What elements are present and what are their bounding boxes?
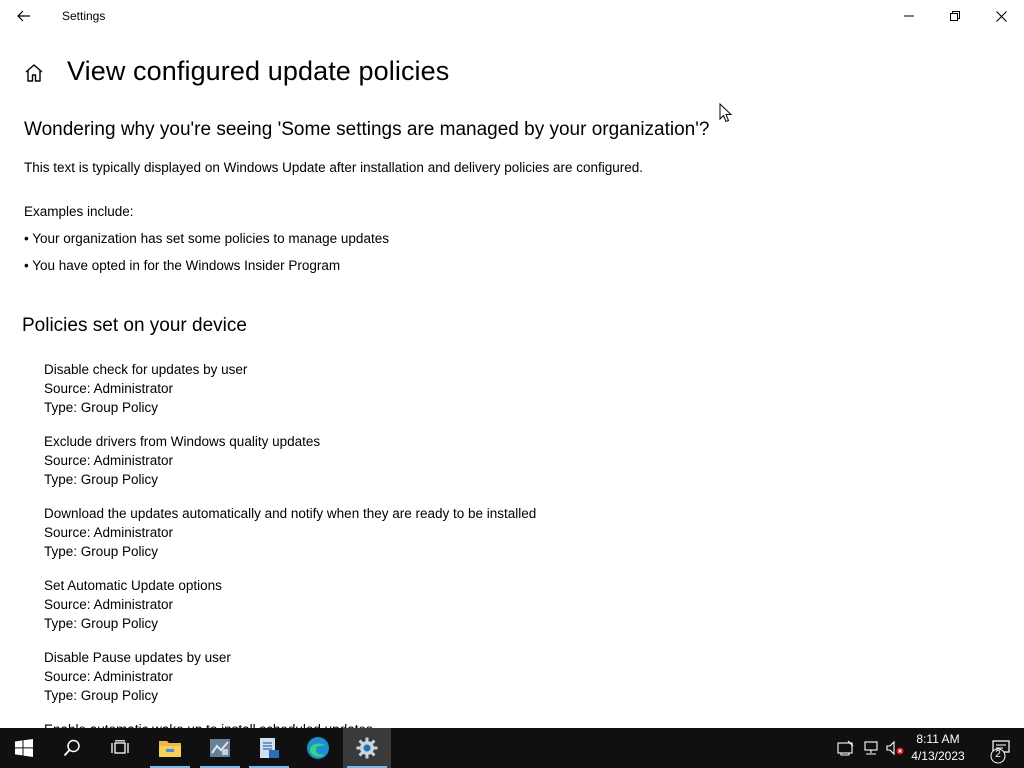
policy-type: Type: Group Policy xyxy=(44,544,159,559)
search-icon xyxy=(63,739,80,757)
taskbar: 8:11 AM 4/13/2023 xyxy=(0,728,1024,768)
policy-source: Source: Administrator xyxy=(44,453,174,468)
settings-content: View configured update policies Wonderin… xyxy=(0,32,1024,728)
taskbar-edge[interactable] xyxy=(294,728,342,768)
example-item: • Your organization has set some policie… xyxy=(24,231,389,246)
taskbar-notepad-file[interactable] xyxy=(245,728,293,768)
back-button[interactable] xyxy=(0,0,48,32)
policy-item: Download the updates automatically and n… xyxy=(44,504,536,561)
task-view-icon xyxy=(111,740,129,754)
description-text: This text is typically displayed on Wind… xyxy=(24,160,644,175)
home-icon[interactable] xyxy=(23,62,45,84)
notification-count: 2 xyxy=(995,749,1001,760)
policy-type: Type: Group Policy xyxy=(44,688,159,703)
file-explorer-icon xyxy=(159,741,181,757)
clock-time: 8:11 AM xyxy=(916,732,960,746)
network-icon[interactable] xyxy=(862,739,880,757)
tray-action-icon[interactable] xyxy=(837,739,855,757)
restore-button[interactable] xyxy=(932,0,978,32)
minimize-button[interactable] xyxy=(886,0,932,32)
managed-settings-heading: Wondering why you're seeing 'Some settin… xyxy=(24,119,710,140)
close-button[interactable] xyxy=(978,0,1024,32)
policy-source: Source: Administrator xyxy=(44,381,174,396)
policy-source: Source: Administrator xyxy=(44,669,174,684)
policy-type: Type: Group Policy xyxy=(44,472,159,487)
back-arrow-icon xyxy=(17,10,30,22)
policies-section-title: Policies set on your device xyxy=(22,315,247,336)
windows-start-icon xyxy=(15,739,33,757)
policy-name: Enable automatic wake up to install sche… xyxy=(44,720,373,728)
policy-item: Set Automatic Update options Source: Adm… xyxy=(44,576,222,633)
policy-name: Download the updates automatically and n… xyxy=(44,506,537,521)
settings-gear-icon xyxy=(356,737,378,759)
title-bar: Settings xyxy=(0,0,1024,32)
policy-source: Source: Administrator xyxy=(44,597,174,612)
start-button[interactable] xyxy=(0,728,48,768)
page-title: View configured update policies xyxy=(67,56,450,86)
system-clock[interactable]: 8:11 AM 4/13/2023 xyxy=(906,731,970,765)
volume-muted-icon[interactable] xyxy=(886,739,904,757)
policy-type: Type: Group Policy xyxy=(44,616,159,631)
example-item: • You have opted in for the Windows Insi… xyxy=(24,258,341,273)
policy-type: Type: Group Policy xyxy=(44,400,159,415)
policy-name: Exclude drivers from Windows quality upd… xyxy=(44,434,321,449)
policy-item: Disable Pause updates by user Source: Ad… xyxy=(44,648,231,705)
notification-count-badge: 2 xyxy=(990,748,1006,768)
task-view-button[interactable] xyxy=(96,728,144,768)
app-title: Settings xyxy=(62,9,106,23)
minimize-icon xyxy=(904,15,914,17)
policy-source: Source: Administrator xyxy=(44,525,174,540)
clock-date: 4/13/2023 xyxy=(911,749,965,763)
policy-name: Disable check for updates by user xyxy=(44,362,248,377)
taskbar-file-explorer[interactable] xyxy=(146,728,194,768)
mouse-cursor-icon xyxy=(719,103,733,123)
policy-item: Disable check for updates by user Source… xyxy=(44,360,247,417)
policy-name: Set Automatic Update options xyxy=(44,578,222,593)
restore-icon xyxy=(950,11,960,21)
policy-item: Exclude drivers from Windows quality upd… xyxy=(44,432,320,489)
notepad-file-icon xyxy=(260,738,279,758)
taskbar-settings[interactable] xyxy=(343,728,391,768)
server-manager-icon xyxy=(210,739,230,757)
close-icon xyxy=(995,10,1007,22)
search-button[interactable] xyxy=(48,728,96,768)
edge-icon xyxy=(307,737,329,759)
taskbar-server-manager[interactable] xyxy=(196,728,244,768)
examples-label: Examples include: xyxy=(24,204,134,219)
policy-name: Disable Pause updates by user xyxy=(44,650,231,665)
policy-item: Enable automatic wake up to install sche… xyxy=(44,720,373,728)
